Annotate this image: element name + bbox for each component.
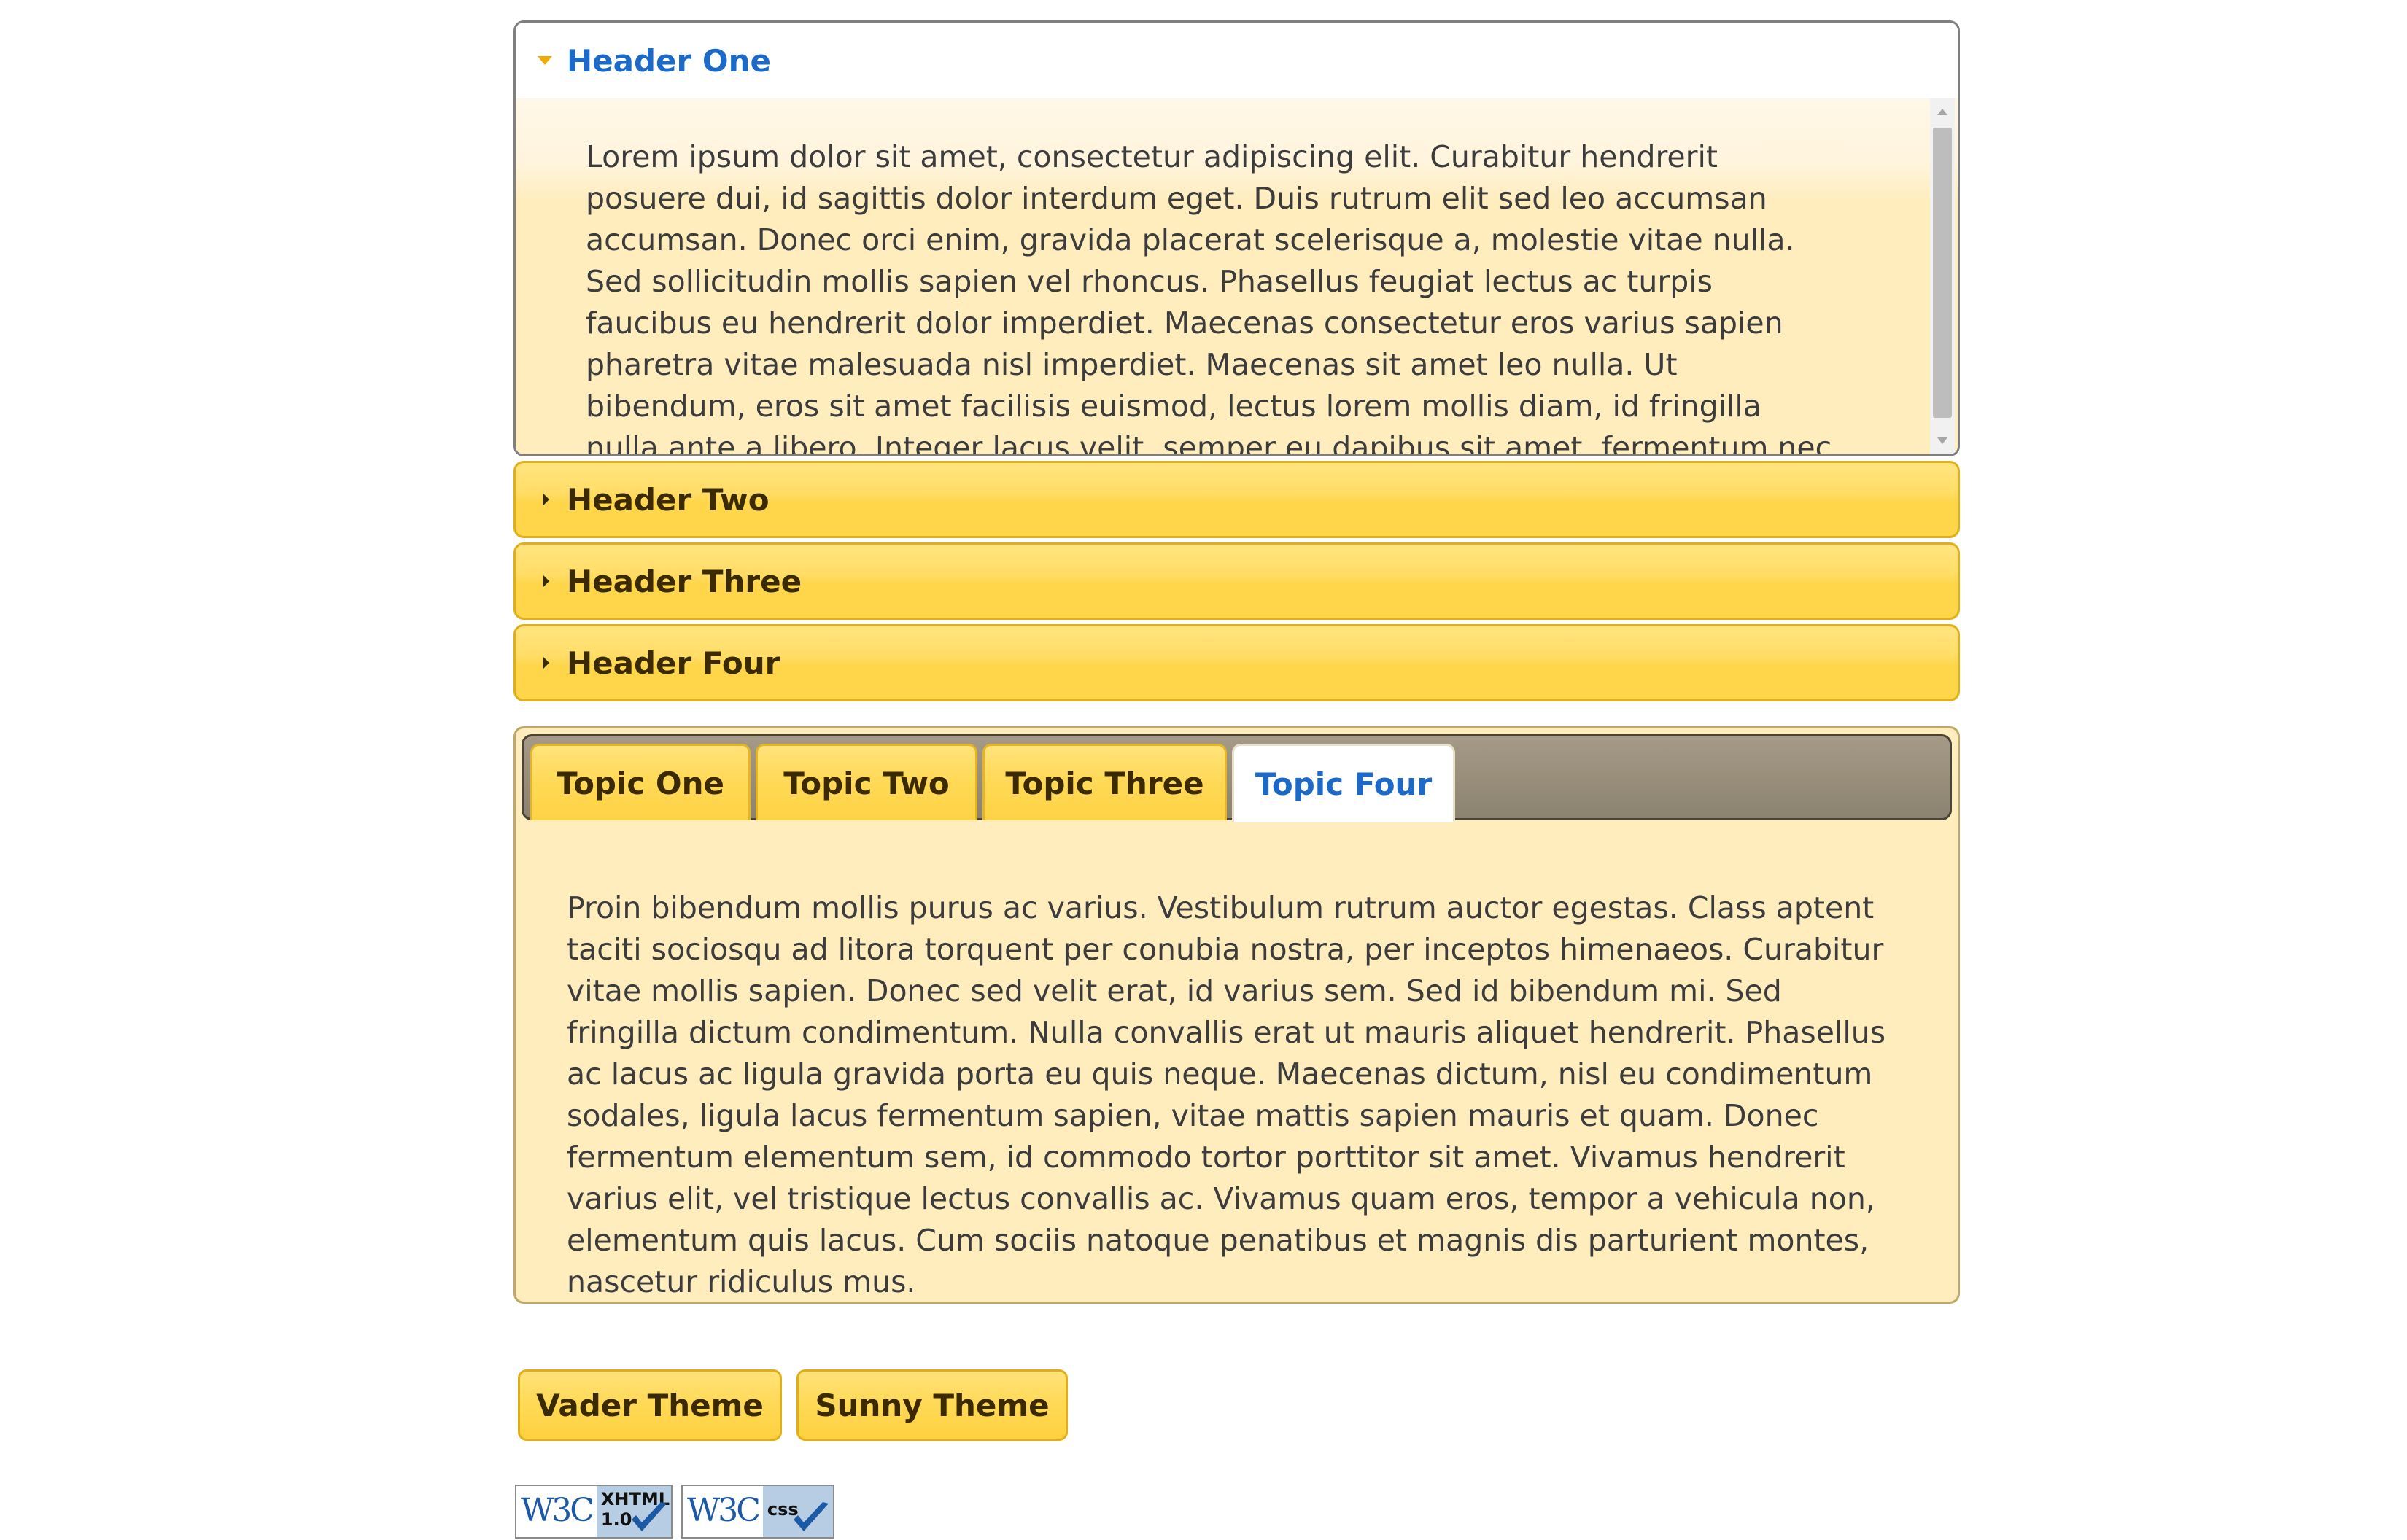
accordion-header-label: Header Four — [567, 645, 780, 681]
accordion-header-three[interactable]: Header Three — [513, 542, 1960, 620]
tab-topic-four[interactable]: Topic Four — [1232, 744, 1455, 822]
tab-topic-three[interactable]: Topic Three — [982, 744, 1227, 820]
checkmark-icon — [632, 1502, 667, 1531]
vader-theme-button[interactable]: Vader Theme — [518, 1369, 782, 1441]
w3c-css-badge[interactable]: W3C css — [681, 1485, 834, 1539]
caret-right-icon — [543, 656, 549, 669]
accordion: Header One Lorem ipsum dolor sit amet, c… — [513, 20, 1960, 701]
w3c-logo: W3C — [683, 1486, 763, 1537]
tab-bar: Topic One Topic Two Topic Three Topic Fo… — [522, 734, 1952, 822]
accordion-header-four[interactable]: Header Four — [513, 624, 1960, 701]
tab-panel-text: Proin bibendum mollis purus ac varius. V… — [567, 890, 1886, 1299]
tab-topic-one[interactable]: Topic One — [530, 744, 751, 820]
caret-right-icon — [543, 575, 549, 588]
caret-down-icon — [538, 56, 552, 65]
accordion-section-1: Header One Lorem ipsum dolor sit amet, c… — [513, 20, 1960, 456]
badge-label-area: XHTML 1.0 — [596, 1486, 671, 1537]
tabs-widget: Topic One Topic Two Topic Three Topic Fo… — [513, 726, 1960, 1304]
accordion-content: Lorem ipsum dolor sit amet, consectetur … — [516, 98, 1958, 454]
accordion-header-label: Header Three — [567, 563, 802, 599]
scrollbar-thumb[interactable] — [1933, 128, 1952, 418]
sunny-theme-button[interactable]: Sunny Theme — [796, 1369, 1068, 1441]
scrollbar[interactable] — [1930, 98, 1955, 454]
tab-topic-two[interactable]: Topic Two — [756, 744, 977, 820]
accordion-header-label: Header Two — [567, 481, 770, 518]
badge-label-area: css — [762, 1486, 833, 1537]
accordion-content-text: Lorem ipsum dolor sit amet, consectetur … — [586, 139, 1832, 456]
page-container: Header One Lorem ipsum dolor sit amet, c… — [513, 20, 1960, 1304]
caret-right-icon — [543, 493, 549, 506]
accordion-header-one[interactable]: Header One — [516, 23, 1958, 98]
scroll-up-arrow-icon[interactable] — [1937, 109, 1947, 115]
w3c-xhtml-badge[interactable]: W3C XHTML 1.0 — [515, 1485, 673, 1539]
accordion-header-label: Header One — [567, 42, 771, 79]
w3c-logo: W3C — [516, 1486, 597, 1537]
accordion-header-two[interactable]: Header Two — [513, 461, 1960, 538]
scroll-down-arrow-icon[interactable] — [1937, 438, 1947, 444]
checkmark-icon — [794, 1502, 829, 1531]
